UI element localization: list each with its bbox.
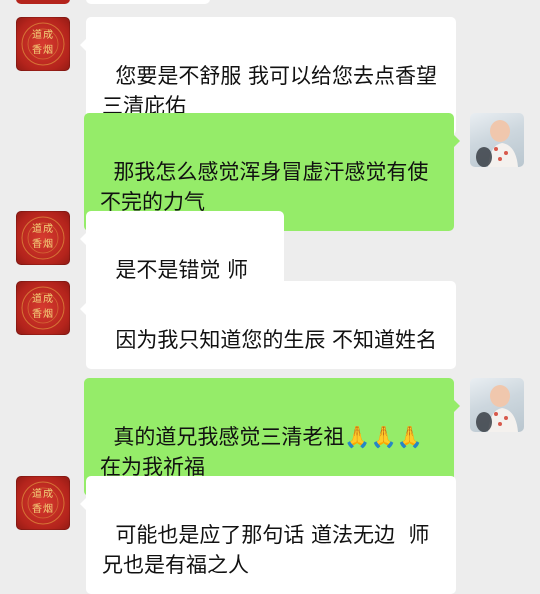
avatar-seal-text: 道成 香烟 — [32, 224, 54, 250]
avatar-seal-text: 道成 香烟 — [32, 489, 54, 515]
avatar-seal-text: 道成 香烟 — [32, 30, 54, 56]
contact-avatar[interactable]: 道成 香烟 — [16, 211, 70, 265]
message-bubble-incoming[interactable]: 可能也是应了那句话 道法无边 师兄也是有福之人 — [80, 476, 456, 594]
previous-message-avatar — [16, 0, 70, 4]
message-text: 那我怎么感觉浑身冒虚汗感觉有使不完的力气 — [100, 160, 429, 214]
message-bubble-incoming[interactable]: 因为我只知道您的生辰 不知道姓名 — [80, 281, 456, 369]
contact-avatar[interactable]: 道成 香烟 — [16, 281, 70, 335]
contact-avatar[interactable]: 道成 香烟 — [16, 17, 70, 71]
avatar-seal-text: 道成 香烟 — [32, 294, 54, 320]
user-avatar[interactable] — [470, 378, 524, 432]
message-text: 您要是不舒服 我可以给您去点香望三清庇佑 — [102, 64, 438, 118]
message-text: 可能也是应了那句话 道法无边 师兄也是有福之人 — [102, 523, 430, 577]
message-text: 真的道兄我感觉三清老祖 — [113, 425, 345, 449]
baby-photo-icon — [476, 120, 518, 167]
praying-hands-emoji-icon: 🙏🙏🙏 — [344, 425, 423, 449]
user-avatar[interactable] — [470, 113, 524, 167]
previous-message-bubble — [86, 0, 210, 4]
baby-photo-icon — [476, 385, 518, 432]
contact-avatar[interactable]: 道成 香烟 — [16, 476, 70, 530]
message-text: 因为我只知道您的生辰 不知道姓名 — [115, 328, 438, 352]
